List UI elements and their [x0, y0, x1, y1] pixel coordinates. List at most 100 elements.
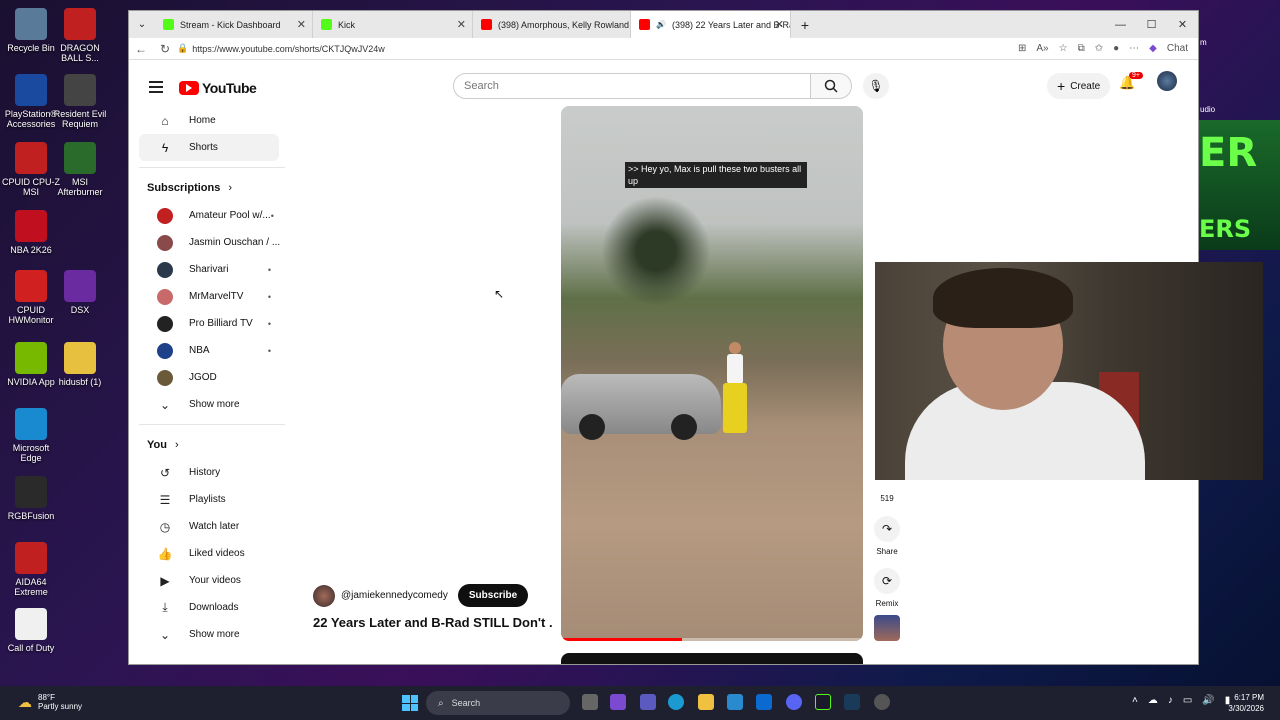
desktop-icon-label: RGBFusion [7, 511, 55, 521]
mic-icon[interactable]: 🎙 [863, 73, 889, 99]
chevron-up-icon[interactable]: ˄ [1132, 695, 1138, 706]
sidebar-item-label: History [189, 467, 221, 478]
search-input[interactable]: Search [453, 73, 811, 99]
desktop-icon[interactable]: AIDA64 Extreme [2, 542, 60, 597]
desktop-icon[interactable]: Microsoft Edge [2, 408, 60, 463]
desktop-icon[interactable]: DRAGON BALL S... [51, 8, 109, 63]
create-button[interactable]: + Create [1047, 73, 1111, 99]
start-icon[interactable] [402, 695, 418, 711]
speaker-tray-icon[interactable]: 🔊 [1202, 695, 1214, 706]
profile-icon[interactable]: ● [1113, 43, 1119, 54]
you-heading[interactable]: You › [129, 431, 289, 459]
subscription-item[interactable]: JGOD [139, 364, 279, 391]
subscription-item[interactable]: MrMarvelTV • [139, 283, 279, 310]
short-video-player[interactable]: >> Hey yo, Max is pull these two busters… [561, 106, 863, 641]
steam-icon[interactable] [844, 694, 860, 710]
taskbar-search[interactable]: ⌕ Search [426, 691, 570, 715]
clock[interactable]: 6:17 PM 3/30/2026 [1228, 692, 1264, 714]
discord-icon[interactable] [786, 694, 802, 710]
copilot-icon[interactable]: ◆ [1149, 43, 1157, 54]
new-tab-icon[interactable]: + [791, 17, 819, 33]
next-short-preview[interactable] [561, 653, 863, 664]
desktop-icon[interactable]: NBA 2K26 [2, 210, 60, 255]
sidebar-item-home[interactable]: ⌂ Home [139, 107, 279, 134]
close-icon[interactable]: ✕ [457, 18, 466, 31]
share-button[interactable]: ↷ Share [873, 516, 901, 556]
edge-icon[interactable] [668, 694, 684, 710]
mic-tray-icon[interactable]: ♪ [1168, 695, 1173, 706]
sidebar-item-history[interactable]: ↺ History [139, 459, 279, 486]
favorite-icon[interactable]: ☆ [1059, 43, 1068, 54]
tab-youtube-active[interactable]: 🔊 (398) 22 Years Later and B-Rad ✕ [631, 11, 791, 38]
minimize-icon[interactable]: — [1105, 11, 1136, 38]
subscription-item[interactable]: Pro Billiard TV • [139, 310, 279, 337]
task-view-icon[interactable] [582, 694, 598, 710]
sidebar-item-watch-later[interactable]: ◷ Watch later [139, 513, 279, 540]
more-icon[interactable]: ⋯ [1129, 43, 1139, 54]
url-field[interactable]: https://www.youtube.com/shorts/CKTJQwJV2… [192, 44, 385, 54]
sidebar-item-label: Home [189, 115, 216, 126]
subscribe-button[interactable]: Subscribe [457, 584, 529, 607]
desktop-icon[interactable]: RGBFusion [2, 476, 60, 521]
desktop-icon[interactable]: DSX [51, 270, 109, 315]
copilot-icon[interactable] [610, 694, 626, 710]
outlook-icon[interactable] [756, 694, 772, 710]
sidebar-item-playlists[interactable]: ☰ Playlists [139, 486, 279, 513]
teams-icon[interactable] [640, 694, 656, 710]
sidebar-item-like[interactable]: 👍 Liked videos [139, 540, 279, 567]
search-button[interactable] [810, 73, 852, 99]
desktop-icon[interactable]: MSI Afterburner [51, 142, 109, 197]
weather-widget[interactable]: ☁ 88°F Partly sunny [18, 693, 82, 711]
close-icon[interactable]: ✕ [775, 18, 784, 31]
maximize-icon[interactable]: ☐ [1136, 11, 1167, 38]
video-progress-bar[interactable] [561, 638, 863, 641]
lock-icon[interactable]: 🔒 [177, 43, 188, 54]
video-title[interactable]: 22 Years Later and B-Rad STILL Don't ... [313, 615, 553, 630]
read-aloud-icon[interactable]: A» [1036, 43, 1048, 54]
app-icon [15, 476, 47, 508]
tab-kick[interactable]: Kick ✕ [313, 11, 473, 38]
subscription-item[interactable]: NBA • [139, 337, 279, 364]
channel-avatar[interactable] [313, 584, 335, 607]
youtube-logo[interactable]: YouTube [179, 80, 257, 96]
desktop-icon[interactable]: Resident Evil Requiem [51, 74, 109, 129]
refresh-icon[interactable]: ↻ [153, 42, 177, 56]
subscriptions-heading[interactable]: Subscriptions › [129, 174, 289, 202]
show-more-you[interactable]: ⌄ Show more [139, 621, 279, 648]
tab-title: (398) Amorphous, Kelly Rowland & [498, 19, 631, 30]
desktop-icon[interactable]: Call of Duty [2, 608, 60, 653]
menu-icon[interactable] [149, 81, 163, 96]
app-icon [15, 342, 47, 374]
file-explorer-icon[interactable] [698, 694, 714, 710]
close-icon[interactable]: ✕ [297, 18, 306, 31]
sidebar-item-your-videos[interactable]: ▶ Your videos [139, 567, 279, 594]
subscription-item[interactable]: Sharivari • [139, 256, 279, 283]
extensions-icon[interactable]: ⧉ [1078, 43, 1085, 54]
channel-name[interactable]: @jamiekennedycomedy [341, 590, 448, 601]
collections-icon[interactable]: ✩ [1095, 43, 1103, 54]
desktop-icon[interactable]: hidusbf (1) [51, 342, 109, 387]
onedrive-icon[interactable]: ☁ [1148, 695, 1158, 706]
apps-icon[interactable]: ⊞ [1018, 43, 1026, 54]
comments-count-row[interactable]: 519 [873, 494, 901, 503]
subscription-item[interactable]: Amateur Pool w/... • [139, 202, 279, 229]
tab-kick-dashboard[interactable]: Stream - Kick Dashboard ✕ [155, 11, 313, 38]
sidebar-item-download[interactable]: ⤓ Downloads [139, 594, 279, 621]
kick-app-icon[interactable] [815, 694, 831, 710]
close-window-icon[interactable]: ✕ [1167, 11, 1198, 38]
show-more-subscriptions[interactable]: ⌄ Show more [139, 391, 279, 418]
settings-icon[interactable] [874, 694, 890, 710]
tab-youtube-amorphous[interactable]: (398) Amorphous, Kelly Rowland & [473, 11, 631, 38]
share-icon: ↷ [874, 516, 900, 542]
back-icon[interactable]: ← [129, 42, 153, 56]
sidebar-item-label: Watch later [189, 521, 240, 532]
chat-button[interactable]: Chat [1167, 43, 1188, 54]
sound-thumbnail[interactable] [874, 615, 900, 641]
account-avatar[interactable] [1157, 71, 1177, 91]
store-icon[interactable] [727, 694, 743, 710]
display-icon[interactable]: ▭ [1183, 695, 1192, 706]
tab-actions-icon[interactable]: ⌄ [129, 19, 155, 30]
sidebar-item-shorts[interactable]: ϟ Shorts [139, 134, 279, 161]
remix-button[interactable]: ⟳ Remix [873, 568, 901, 608]
subscription-item[interactable]: Jasmin Ouschan / ... [139, 229, 280, 256]
